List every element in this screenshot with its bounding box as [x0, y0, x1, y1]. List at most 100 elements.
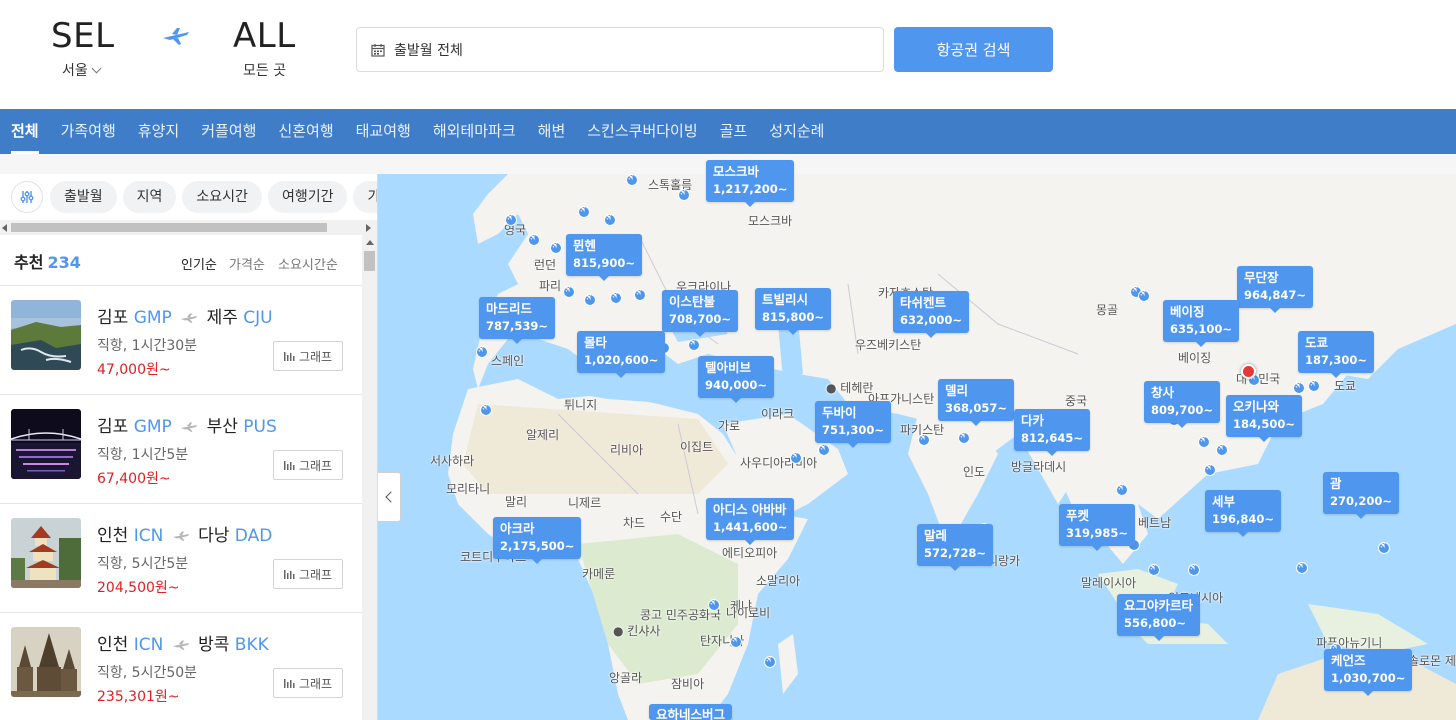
- price-bubble[interactable]: 푸켓 319,985~: [1059, 504, 1136, 551]
- airport-pin[interactable]: [818, 444, 830, 456]
- price-bubble[interactable]: 말레 572,728~: [917, 524, 994, 571]
- airport-pin[interactable]: [1138, 290, 1150, 302]
- filter-settings-icon[interactable]: [11, 181, 43, 213]
- tab-beach[interactable]: 해변: [538, 109, 566, 154]
- price-bubble[interactable]: 요그야카르타 556,800~: [1117, 594, 1201, 641]
- flight-search-button[interactable]: 항공권 검색: [894, 27, 1053, 72]
- tab-family-trip[interactable]: 가족여행: [61, 109, 116, 154]
- airport-pin[interactable]: [626, 174, 638, 186]
- price-bubble[interactable]: 아디스 아바바 1,441,600~: [706, 498, 795, 545]
- airport-pin[interactable]: [578, 206, 590, 218]
- airport-pin[interactable]: [550, 242, 562, 254]
- price-bubble[interactable]: 타쉬켄트 632,000~: [893, 291, 970, 338]
- vertical-scrollbar[interactable]: [362, 235, 377, 720]
- graph-button[interactable]: 그래프: [273, 450, 343, 480]
- filter-chip-more[interactable]: 가: [353, 181, 377, 213]
- price-bubble[interactable]: 세부 196,840~: [1205, 490, 1282, 537]
- sort-duration[interactable]: 소요시간순: [278, 254, 338, 273]
- origin-city-dropdown[interactable]: 서울: [62, 60, 102, 80]
- airport-pin[interactable]: [764, 656, 776, 668]
- price-bubble[interactable]: 도쿄 187,300~: [1298, 331, 1375, 378]
- airport-pin[interactable]: [918, 434, 930, 446]
- world-map[interactable]: 스톡홀름 영국 런던 파리 우크라이나 카자흐스탄 몽골 베이징 우즈베키스탄 …: [378, 174, 1456, 720]
- horizontal-scrollbar[interactable]: [0, 220, 377, 235]
- graph-button[interactable]: 그래프: [273, 668, 343, 698]
- origin-code[interactable]: SEL: [51, 16, 115, 56]
- price-bubble[interactable]: 마드리드 787,539~: [479, 297, 556, 344]
- scrollbar-thumb[interactable]: [11, 223, 327, 232]
- filter-chip-region[interactable]: 지역: [122, 181, 177, 213]
- price-bubble[interactable]: 괌 270,200~: [1323, 472, 1400, 519]
- airport-pin[interactable]: [528, 234, 540, 246]
- sort-popular[interactable]: 인기순: [181, 254, 217, 273]
- price-bubble[interactable]: 요하네스버그: [649, 704, 733, 720]
- airport-pin[interactable]: [1293, 382, 1305, 394]
- scroll-right-icon[interactable]: [366, 224, 371, 232]
- airport-pin[interactable]: [1308, 380, 1320, 392]
- price-bubble[interactable]: 창사 809,700~: [1144, 381, 1221, 428]
- price-bubble[interactable]: 케언즈 1,030,700~: [1324, 649, 1413, 696]
- airport-pin[interactable]: [563, 286, 575, 298]
- airport-pin[interactable]: [678, 189, 690, 201]
- airport-pin[interactable]: [958, 432, 970, 444]
- departure-month-field[interactable]: 출발월 전체: [356, 27, 884, 72]
- tab-prenatal-trip[interactable]: 태교여행: [356, 109, 411, 154]
- tab-scuba-diving[interactable]: 스킨스쿠버다이빙: [587, 109, 697, 154]
- airport-pin[interactable]: [1116, 484, 1128, 496]
- destination-city[interactable]: 모든 곳: [243, 60, 286, 80]
- tab-pilgrimage[interactable]: 성지순례: [769, 109, 824, 154]
- airport-pin[interactable]: [1198, 436, 1210, 448]
- filter-chip-duration[interactable]: 소요시간: [182, 181, 262, 213]
- price-bubble[interactable]: 아크라 2,175,500~: [493, 517, 582, 564]
- collapse-panel-button[interactable]: [378, 472, 401, 522]
- airport-pin[interactable]: [1216, 444, 1228, 456]
- tab-theme-park[interactable]: 해외테마파크: [433, 109, 516, 154]
- tab-golf[interactable]: 골프: [720, 109, 748, 154]
- price-bubble[interactable]: 두바이 751,300~: [815, 401, 892, 448]
- price-bubble[interactable]: 텔아비브 940,000~: [698, 356, 775, 403]
- airport-pin[interactable]: [1296, 562, 1308, 574]
- airport-pin[interactable]: [1204, 464, 1216, 476]
- airport-pin[interactable]: [1188, 564, 1200, 576]
- airport-pin[interactable]: [505, 214, 517, 226]
- airport-pin[interactable]: [1378, 542, 1390, 554]
- graph-button[interactable]: 그래프: [273, 341, 343, 371]
- list-item[interactable]: 인천 ICN 방콕 BKK 직항, 5시간50분 235,301원~ 그래프: [0, 613, 362, 720]
- filter-chip-trip-length[interactable]: 여행기간: [267, 181, 348, 213]
- destination-code[interactable]: ALL: [233, 16, 296, 56]
- airport-pin[interactable]: [790, 452, 802, 464]
- scroll-left-icon[interactable]: [2, 224, 7, 232]
- price-bubble[interactable]: 뮌헨 815,900~: [566, 234, 643, 281]
- list-item[interactable]: 김포 GMP 제주 CJU 직항, 1시간30분 47,000원~ 그래프: [0, 286, 362, 395]
- tab-couple-trip[interactable]: 커플여행: [201, 109, 256, 154]
- graph-button[interactable]: 그래프: [273, 559, 343, 589]
- price-bubble[interactable]: 델리 368,057~: [938, 379, 1015, 426]
- airport-pin[interactable]: [634, 289, 646, 301]
- tab-all[interactable]: 전체: [11, 109, 39, 154]
- filter-chip-departure-month[interactable]: 출발월: [50, 181, 117, 213]
- airport-pin[interactable]: [708, 599, 720, 611]
- list-item[interactable]: 인천 ICN 다낭 DAD 직항, 5시간5분 204,500원~ 그래프: [0, 504, 362, 613]
- price-bubble[interactable]: 다카 812,645~: [1014, 409, 1091, 456]
- airport-pin[interactable]: [688, 339, 700, 351]
- price-bubble[interactable]: 오키나와 184,500~: [1226, 395, 1303, 442]
- price-bubble[interactable]: 무단장 964,847~: [1237, 266, 1314, 313]
- scroll-up-icon[interactable]: [366, 240, 374, 245]
- price-bubble[interactable]: 트빌리시 815,800~: [755, 288, 832, 335]
- price-bubble[interactable]: 몰타 1,020,600~: [577, 331, 666, 378]
- airport-pin[interactable]: [730, 636, 742, 648]
- airport-pin[interactable]: [584, 294, 596, 306]
- price-bubble[interactable]: 이스탄불 708,700~: [662, 290, 739, 337]
- scrollbar-thumb[interactable]: [364, 251, 375, 271]
- airport-pin[interactable]: [1148, 564, 1160, 576]
- sort-price[interactable]: 가격순: [229, 254, 265, 273]
- airport-pin[interactable]: [476, 346, 488, 358]
- price-bubble[interactable]: 모스크바 1,217,200~: [706, 160, 795, 207]
- tab-resort[interactable]: 휴양지: [138, 109, 179, 154]
- price-bubble[interactable]: 베이징 635,100~: [1163, 300, 1240, 347]
- airport-pin[interactable]: [610, 292, 622, 304]
- airport-pin[interactable]: [480, 404, 492, 416]
- tab-honeymoon[interactable]: 신혼여행: [278, 109, 333, 154]
- airport-pin[interactable]: [604, 214, 616, 226]
- list-item[interactable]: 김포 GMP 부산 PUS 직항, 1시간5분 67,400원~ 그래프: [0, 395, 362, 504]
